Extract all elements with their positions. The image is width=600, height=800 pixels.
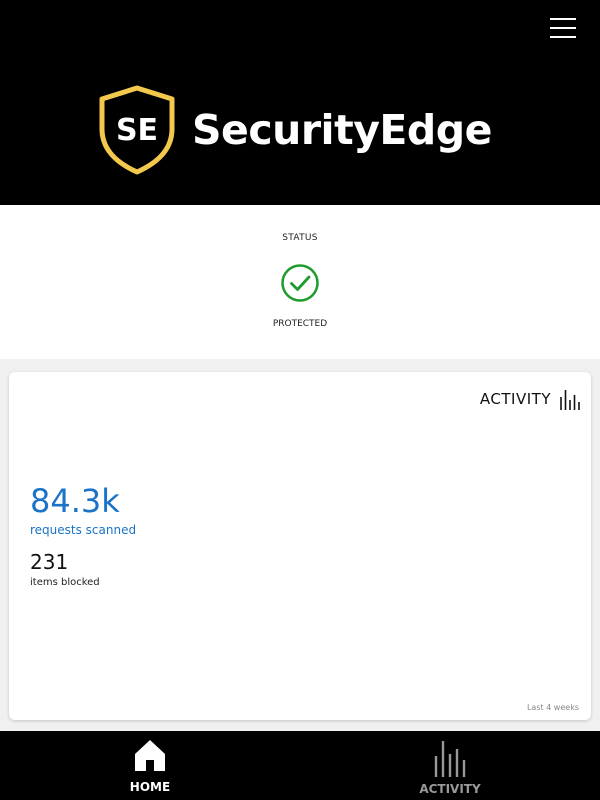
nav-tab-activity-label: ACTIVITY (419, 782, 481, 796)
menu-line (550, 36, 576, 38)
status-label: STATUS (282, 233, 318, 243)
activity-card-title: ACTIVITY (479, 390, 551, 408)
time-range-note: Last 4 weeks (526, 703, 579, 712)
check-circle-icon (281, 264, 319, 302)
nav-tab-home[interactable]: HOME (0, 731, 300, 800)
bottom-navigation: HOME ACTIVITY (0, 731, 600, 800)
activity-card[interactable]: ACTIVITY 84.3k requests scanned 231 item… (9, 372, 591, 720)
shield-logo-icon: SE (99, 85, 175, 175)
menu-line (550, 18, 576, 20)
nav-tab-activity[interactable]: ACTIVITY (300, 731, 600, 800)
activity-bars-icon (434, 741, 466, 777)
status-panel: STATUS PROTECTED (0, 205, 600, 359)
home-icon (135, 740, 165, 771)
items-blocked-value: 231 (30, 550, 69, 574)
hamburger-menu-button[interactable] (550, 18, 576, 40)
brand-logo: SE SecurityEdge (96, 84, 492, 176)
activity-bars-icon (560, 390, 580, 410)
items-blocked-label: items blocked (30, 577, 100, 588)
status-value: PROTECTED (272, 319, 328, 329)
activity-card-header[interactable]: ACTIVITY (480, 388, 581, 410)
app-header: SE SecurityEdge (0, 0, 600, 205)
menu-line (550, 27, 576, 29)
requests-scanned-value: 84.3k (30, 482, 120, 520)
nav-tab-home-label: HOME (129, 780, 171, 794)
brand-name: SecurityEdge (192, 106, 492, 154)
requests-scanned-label: requests scanned (30, 523, 137, 537)
logo-monogram: SE (116, 113, 158, 148)
